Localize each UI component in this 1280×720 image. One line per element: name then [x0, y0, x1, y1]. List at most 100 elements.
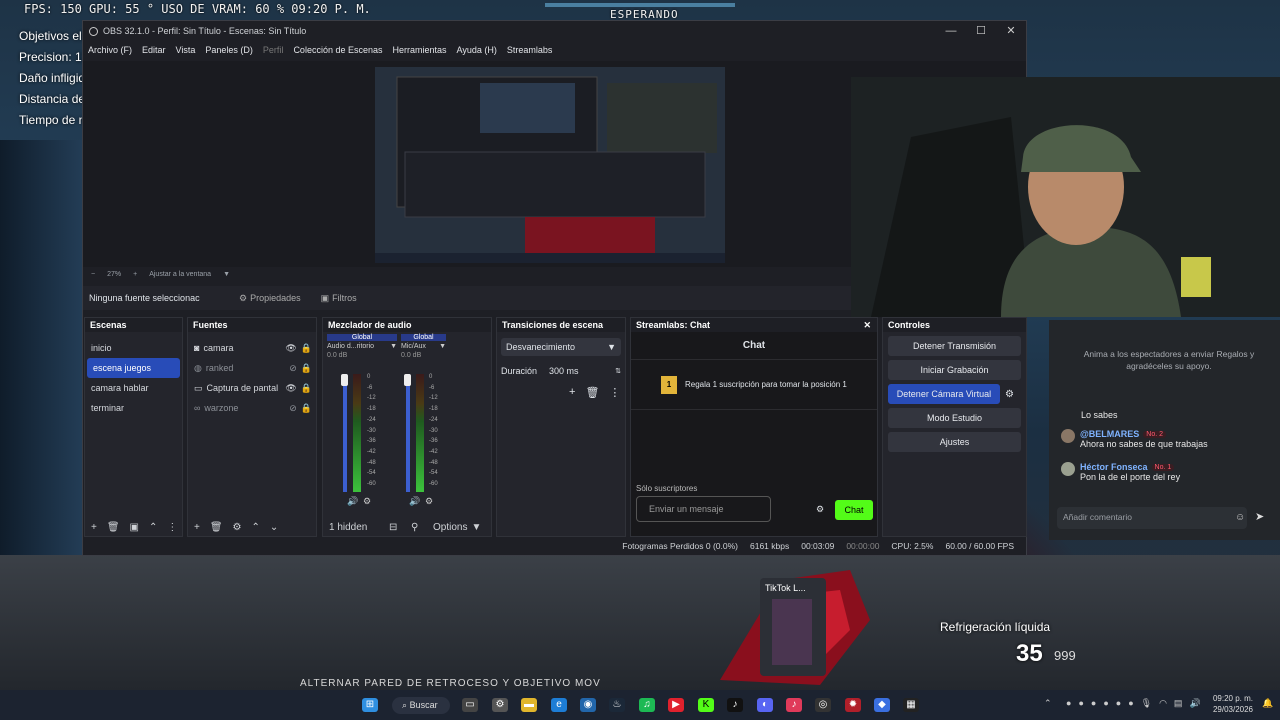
source-item[interactable]: ∞ warzone ⊘ 🔒 [188, 398, 316, 418]
stop-virtual-camera-button[interactable]: Detener Cámara Virtual [888, 384, 1000, 404]
app-icon[interactable]: ◉ [580, 698, 596, 712]
close-icon[interactable]: ✕ [863, 318, 871, 332]
gear-icon[interactable]: ⚙ [425, 496, 433, 507]
speaker-icon[interactable]: 🔊 [347, 496, 358, 507]
duration-input[interactable]: 300 ms [545, 362, 616, 380]
menu-coleccion[interactable]: Colección de Escenas [293, 45, 382, 55]
properties-button[interactable]: Propiedades [250, 293, 301, 303]
menu-ayuda[interactable]: Ayuda (H) [457, 45, 497, 55]
add-icon[interactable]: + [91, 522, 97, 533]
gear-icon[interactable]: ⚙ [1005, 389, 1014, 400]
eye-icon[interactable]: 👁 [285, 338, 296, 358]
chevron-down-icon[interactable]: ▼ [390, 343, 397, 350]
add-icon[interactable]: + [569, 386, 575, 399]
chevron-up-icon[interactable]: ⌃ [1044, 698, 1052, 709]
zoom-in-button[interactable]: + [133, 271, 137, 278]
tiktok-live-icon[interactable]: ♪ [786, 698, 802, 712]
add-icon[interactable]: + [194, 522, 200, 533]
settings-app-icon[interactable]: ⚙ [492, 698, 508, 712]
app-icon[interactable]: ▦ [903, 698, 919, 712]
volume-slider[interactable] [406, 374, 410, 492]
taskbar-preview-popup[interactable]: TikTok L... [760, 578, 826, 676]
maximize-button[interactable]: ☐ [966, 21, 996, 41]
wifi-icon[interactable]: ◠ [1159, 698, 1167, 709]
filter-icon[interactable]: ▣ [130, 522, 139, 533]
minimize-button[interactable]: — [936, 21, 966, 41]
zoom-out-button[interactable]: − [91, 271, 95, 278]
edge-icon[interactable]: e [551, 698, 567, 712]
source-item[interactable]: ◙ camara 👁 🔒 [188, 338, 316, 358]
notification-icon[interactable]: 🔔 [1262, 698, 1273, 709]
emoji-icon[interactable]: ☺ [1235, 512, 1245, 523]
settings-button[interactable]: Ajustes [888, 432, 1021, 452]
chat-input[interactable]: Enviar un mensaje [636, 496, 771, 522]
message-user[interactable]: Héctor Fonseca [1080, 462, 1148, 472]
more-icon[interactable]: ⋮ [167, 522, 177, 533]
menu-paneles[interactable]: Paneles (D) [205, 45, 253, 55]
filters-button[interactable]: Filtros [332, 293, 357, 303]
eye-off-icon[interactable]: ⊘ [289, 358, 297, 378]
tray-icon[interactable]: ● [1103, 698, 1108, 709]
chevron-down-icon[interactable]: ⌄ [270, 522, 278, 533]
trash-icon[interactable]: 🗑 [107, 522, 120, 533]
scene-item[interactable]: camara hablar [85, 378, 182, 398]
speaker-icon[interactable]: 🔊 [409, 496, 420, 507]
volume-slider[interactable] [343, 374, 347, 492]
mic-icon[interactable]: 🎙 [1141, 698, 1152, 709]
stepper-icon[interactable]: ⇅ [615, 367, 621, 375]
transition-select[interactable]: Desvanecimiento ▼ [501, 338, 621, 356]
preview-canvas[interactable] [375, 67, 725, 263]
gear-icon[interactable]: ⚙ [233, 522, 242, 533]
options-button[interactable]: Options [433, 522, 467, 533]
close-button[interactable]: ✕ [996, 21, 1026, 41]
lock-icon[interactable]: 🔒 [301, 358, 312, 378]
youtube-icon[interactable]: ▶ [668, 698, 684, 712]
app-icon[interactable]: ◆ [874, 698, 890, 712]
steam-icon[interactable]: ♨ [609, 698, 625, 712]
menu-vista[interactable]: Vista [176, 45, 196, 55]
menu-archivo[interactable]: Archivo (F) [88, 45, 132, 55]
volume-icon[interactable]: 🔊 [1189, 698, 1200, 709]
kick-icon[interactable]: K [698, 698, 714, 712]
chevron-up-icon[interactable]: ⌃ [252, 522, 260, 533]
tray-icon[interactable]: ● [1128, 698, 1133, 709]
message-user[interactable]: @BELMARES [1080, 429, 1139, 439]
stop-stream-button[interactable]: Detener Transmisión [888, 336, 1021, 356]
send-icon[interactable]: ➤ [1255, 510, 1264, 523]
menu-editar[interactable]: Editar [142, 45, 166, 55]
scene-item[interactable]: terminar [85, 398, 182, 418]
menu-streamlabs[interactable]: Streamlabs [507, 45, 553, 55]
eye-off-icon[interactable]: ⊘ [289, 398, 297, 418]
clock[interactable]: 09:20 p. m. 29/03/2026 [1205, 693, 1253, 715]
comment-input[interactable]: Añadir comentario [1057, 507, 1247, 529]
hidden-count[interactable]: 1 hidden [329, 522, 389, 533]
chevron-down-icon[interactable]: ▼ [471, 522, 481, 533]
zoom-fit[interactable]: Ajustar a la ventana [149, 271, 211, 278]
tray-icon[interactable]: ● [1078, 698, 1083, 709]
layout-icon[interactable]: ⊟ [389, 522, 411, 533]
volume-handle[interactable] [404, 374, 411, 386]
source-item[interactable]: ▭ Captura de pantal 👁 🔒 [188, 378, 316, 398]
obs-icon[interactable]: ◎ [815, 698, 831, 712]
scene-item[interactable]: inicio [85, 338, 182, 358]
scene-item-selected[interactable]: escena juegos [87, 358, 180, 378]
spotify-icon[interactable]: ♫ [639, 698, 655, 712]
link-icon[interactable]: ⚲ [411, 522, 433, 533]
eye-icon[interactable]: 👁 [285, 378, 296, 398]
game-icon[interactable]: ✹ [845, 698, 861, 712]
discord-icon[interactable]: ◐ [757, 698, 773, 712]
network-icon[interactable]: ▤ [1174, 698, 1183, 709]
start-recording-button[interactable]: Iniciar Grabación [888, 360, 1021, 380]
more-icon[interactable]: ⋮ [609, 386, 620, 399]
lock-icon[interactable]: 🔒 [301, 378, 312, 398]
lock-icon[interactable]: 🔒 [301, 398, 312, 418]
studio-mode-button[interactable]: Modo Estudio [888, 408, 1021, 428]
gear-icon[interactable]: ⚙ [363, 496, 371, 507]
chevron-up-icon[interactable]: ⌃ [149, 522, 157, 533]
volume-handle[interactable] [341, 374, 348, 386]
lock-icon[interactable]: 🔒 [301, 338, 312, 358]
trash-icon[interactable]: 🗑 [585, 386, 599, 399]
menu-herramientas[interactable]: Herramientas [393, 45, 447, 55]
search-box[interactable]: ⌕ Buscar [392, 697, 450, 714]
tray-icon[interactable]: ● [1091, 698, 1096, 709]
